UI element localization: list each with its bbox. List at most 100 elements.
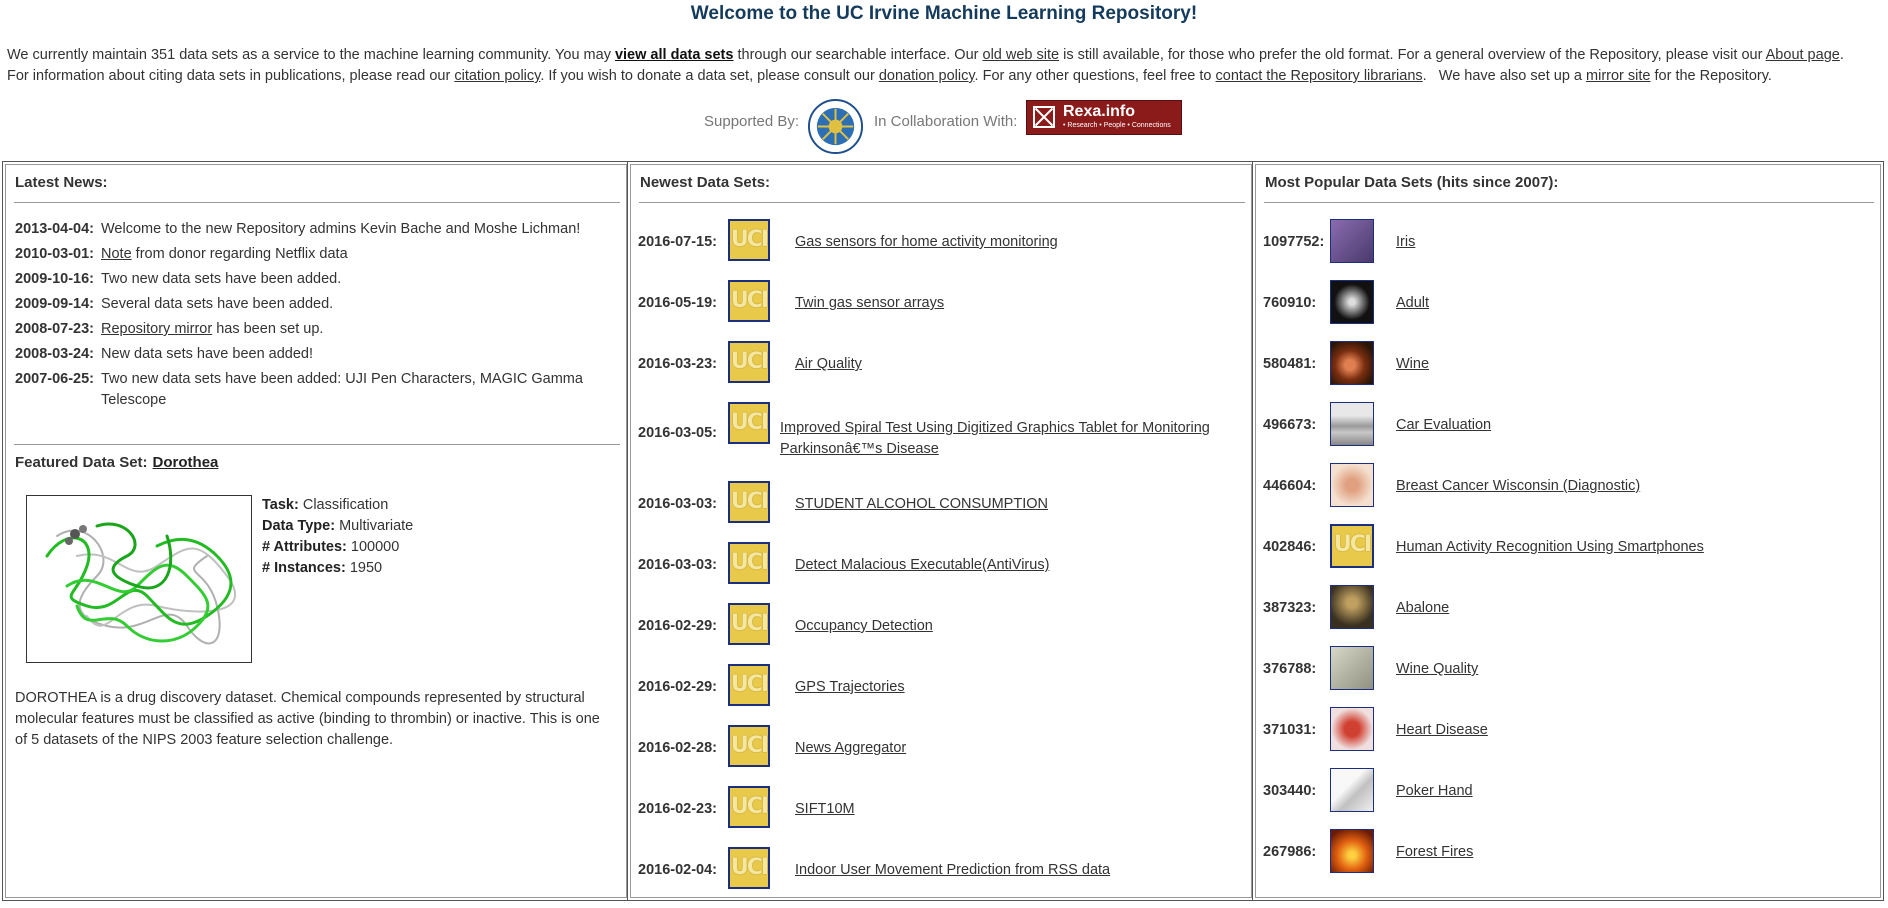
repository-mirror-link[interactable]: Repository mirror — [101, 321, 212, 337]
featured-protein-image[interactable] — [26, 495, 252, 663]
uci-logo-icon[interactable]: UCI — [728, 786, 770, 828]
divider — [1264, 202, 1874, 203]
intro-text-part: . For any other questions, feel free to — [974, 68, 1216, 84]
uci-logo-icon[interactable]: UCI — [728, 402, 770, 444]
view-all-datasets-link[interactable]: view all data sets — [615, 47, 733, 63]
heart-thumbnail-icon[interactable] — [1330, 707, 1374, 751]
dataset-link[interactable]: Wine Quality — [1396, 661, 1478, 677]
dataset-link[interactable]: Detect Malacious Executable(AntiVirus) — [795, 557, 1049, 573]
dataset-link[interactable]: GPS Trajectories — [795, 679, 905, 695]
newest-item: 2016-07-15: UCI Gas sensors for home activ… — [638, 219, 1248, 265]
news-item: 2010-03-01: Note from donor regarding Net… — [15, 244, 615, 265]
rexa-logo[interactable]: Rexa.info • Research • People • Connecti… — [1026, 100, 1182, 135]
featured-properties: Task: Classification Data Type: Multivar… — [262, 495, 413, 579]
popular-item: 402846: UCI Human Activity Recognition Usi… — [1263, 524, 1873, 570]
dataset-date: 2016-02-29: — [638, 618, 717, 634]
dataset-link[interactable]: Human Activity Recognition Using Smartph… — [1396, 539, 1704, 555]
uci-logo-icon[interactable]: UCI — [728, 542, 770, 584]
dataset-date: 2016-02-29: — [638, 679, 717, 695]
dataset-link[interactable]: Poker Hand — [1396, 783, 1473, 799]
news-date: 2013-04-04: — [15, 221, 94, 237]
netflix-note-link[interactable]: Note — [101, 246, 132, 262]
attributes-label: # Attributes: — [262, 539, 347, 555]
uci-logo-icon[interactable]: UCI — [728, 847, 770, 889]
uci-logo-icon[interactable]: UCI — [728, 341, 770, 383]
news-text: Several data sets have been added. — [101, 296, 334, 312]
dataset-link[interactable]: Forest Fires — [1396, 844, 1473, 860]
popular-list: 1097752: Iris 760910: Adult 580481: Wine 49… — [1263, 219, 1873, 890]
mirror-site-link[interactable]: mirror site — [1586, 68, 1650, 84]
dataset-date: 2016-03-05: — [638, 425, 717, 441]
uci-logo-icon[interactable]: UCI — [728, 280, 770, 322]
dataset-link[interactable]: Car Evaluation — [1396, 417, 1491, 433]
dataset-link[interactable]: Breast Cancer Wisconsin (Diagnostic) — [1396, 478, 1640, 494]
news-text: Two new data sets have been added. — [101, 271, 342, 287]
news-text: Welcome to the new Repository admins Kev… — [101, 221, 581, 237]
popular-item: 267986: Forest Fires — [1263, 829, 1873, 875]
breast-cancer-thumbnail-icon[interactable] — [1330, 463, 1374, 507]
news-item: 2009-09-14: Several data sets have been a… — [15, 294, 615, 315]
dataset-link[interactable]: SIFT10M — [795, 801, 855, 817]
dataset-link[interactable]: Abalone — [1396, 600, 1449, 616]
task-value: Classification — [298, 497, 389, 513]
wine-thumbnail-icon[interactable] — [1330, 341, 1374, 385]
dataset-date: 2016-02-04: — [638, 862, 717, 878]
uci-logo-icon[interactable]: UCI — [728, 725, 770, 767]
dataset-link[interactable]: Heart Disease — [1396, 722, 1488, 738]
contact-librarians-link[interactable]: contact the Repository librarians — [1216, 68, 1423, 84]
citation-policy-link[interactable]: citation policy — [454, 68, 540, 84]
intro-text-part: . If you wish to donate a data set, plea… — [540, 68, 879, 84]
old-web-site-link[interactable]: old web site — [983, 47, 1060, 63]
dataset-link[interactable]: Air Quality — [795, 356, 862, 372]
rexa-tagline: • Research • People • Connections — [1063, 122, 1171, 129]
news-item: 2007-06-25: Two new data sets have been a… — [15, 369, 615, 411]
nsf-logo-icon[interactable] — [807, 98, 864, 155]
dataset-link[interactable]: STUDENT ALCOHOL CONSUMPTION — [795, 496, 1048, 512]
poker-thumbnail-icon[interactable] — [1330, 768, 1374, 812]
news-date: 2010-03-01: — [15, 246, 94, 262]
instances-value: 1950 — [345, 560, 383, 576]
uci-logo-icon[interactable]: UCI — [728, 481, 770, 523]
news-item: 2008-03-24: New data sets have been added… — [15, 344, 615, 365]
iris-thumbnail-icon[interactable] — [1330, 219, 1374, 263]
dataset-date: 2016-05-19: — [638, 295, 717, 311]
dataset-link[interactable]: Indoor User Movement Prediction from RSS… — [795, 862, 1110, 878]
donation-policy-link[interactable]: donation policy — [879, 68, 975, 84]
popular-header: Most Popular Data Sets (hits since 2007)… — [1265, 174, 1559, 191]
news-text: from donor regarding Netflix data — [131, 246, 348, 262]
dataset-link[interactable]: Twin gas sensor arrays — [795, 295, 944, 311]
uci-logo-icon[interactable]: UCI — [728, 664, 770, 706]
forest-fire-thumbnail-icon[interactable] — [1330, 829, 1374, 873]
intro-text-part: is still available, for those who prefer… — [1059, 47, 1766, 63]
dataset-link[interactable]: Occupancy Detection — [795, 618, 933, 634]
hit-count: 446604: — [1263, 478, 1317, 494]
newest-item: 2016-02-28: UCI News Aggregator — [638, 725, 1248, 771]
wine-quality-thumbnail-icon[interactable] — [1330, 646, 1374, 690]
popular-item: 496673: Car Evaluation — [1263, 402, 1873, 448]
hit-count: 376788: — [1263, 661, 1317, 677]
dataset-link[interactable]: Improved Spiral Test Using Digitized Gra… — [780, 418, 1220, 460]
dataset-date: 2016-03-03: — [638, 496, 717, 512]
dataset-link[interactable]: Iris — [1396, 234, 1415, 250]
abalone-thumbnail-icon[interactable] — [1330, 585, 1374, 629]
intro-text-part: . — [1839, 47, 1844, 63]
adult-thumbnail-icon[interactable] — [1330, 280, 1374, 324]
about-page-link[interactable]: About page — [1766, 47, 1840, 63]
dataset-link[interactable]: Wine — [1396, 356, 1429, 372]
uci-logo-icon[interactable]: UCI — [728, 603, 770, 645]
car-thumbnail-icon[interactable] — [1330, 402, 1374, 446]
uci-logo-icon[interactable]: UCI — [1330, 524, 1374, 568]
popular-item: 387323: Abalone — [1263, 585, 1873, 631]
news-item: 2008-07-23: Repository mirror has been se… — [15, 319, 615, 340]
dataset-link[interactable]: Gas sensors for home activity monitoring — [795, 234, 1058, 250]
featured-dataset-link[interactable]: Dorothea — [153, 454, 219, 471]
newest-item: 2016-02-29: UCI GPS Trajectories — [638, 664, 1248, 710]
news-text: New data sets have been added! — [101, 346, 314, 362]
uci-logo-icon[interactable]: UCI — [728, 219, 770, 261]
hit-count: 580481: — [1263, 356, 1317, 372]
newest-item: 2016-02-29: UCI Occupancy Detection — [638, 603, 1248, 649]
rexa-mark-icon — [1033, 106, 1055, 128]
newest-list: 2016-07-15: UCI Gas sensors for home activ… — [638, 219, 1248, 908]
dataset-link[interactable]: Adult — [1396, 295, 1429, 311]
dataset-link[interactable]: News Aggregator — [795, 740, 906, 756]
